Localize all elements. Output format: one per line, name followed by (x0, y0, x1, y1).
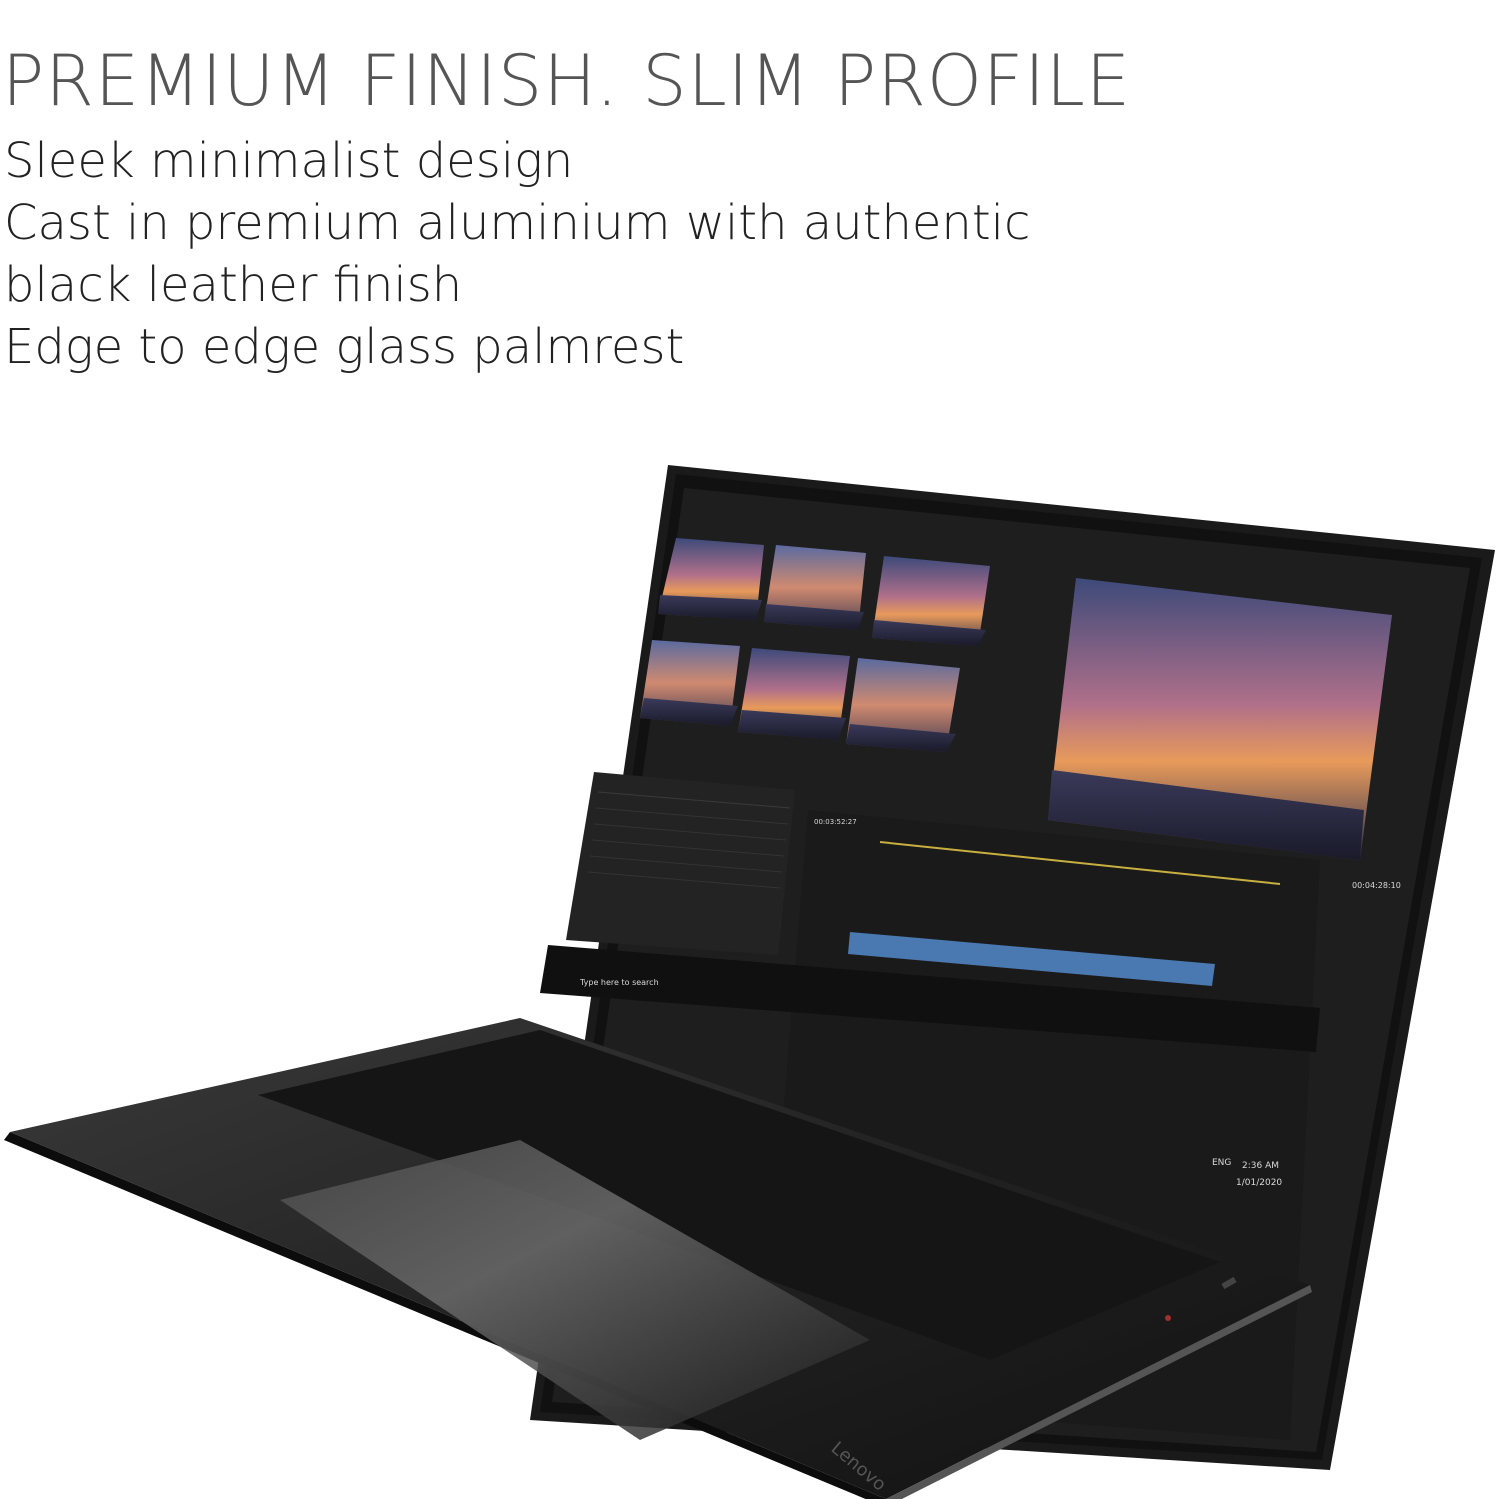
project-panel (566, 772, 795, 955)
feature-item: Cast in premium aluminium with authentic (4, 195, 1031, 251)
taskbar-time: 2:36 AM (1242, 1161, 1279, 1171)
sequence-timecode: 00:03:52:27 (814, 818, 857, 826)
program-timecode: 00:04:28:10 (1352, 881, 1401, 890)
headline: PREMIUM FINISH. SLIM PROFILE (2, 39, 1132, 122)
feature-item: Edge to edge glass palmrest (4, 319, 685, 375)
feature-item: black leather finish (4, 257, 463, 313)
taskbar-date: 1/01/2020 (1236, 1178, 1282, 1188)
feature-list: Sleek minimalist design Cast in premium … (4, 130, 1030, 378)
taskbar-search: Type here to search (579, 978, 659, 987)
taskbar-language: ENG (1212, 1158, 1231, 1168)
laptop-image: 00:04:28:10 00:03:52:27 Type here to sea… (0, 440, 1500, 1499)
feature-item: Sleek minimalist design (4, 133, 574, 189)
